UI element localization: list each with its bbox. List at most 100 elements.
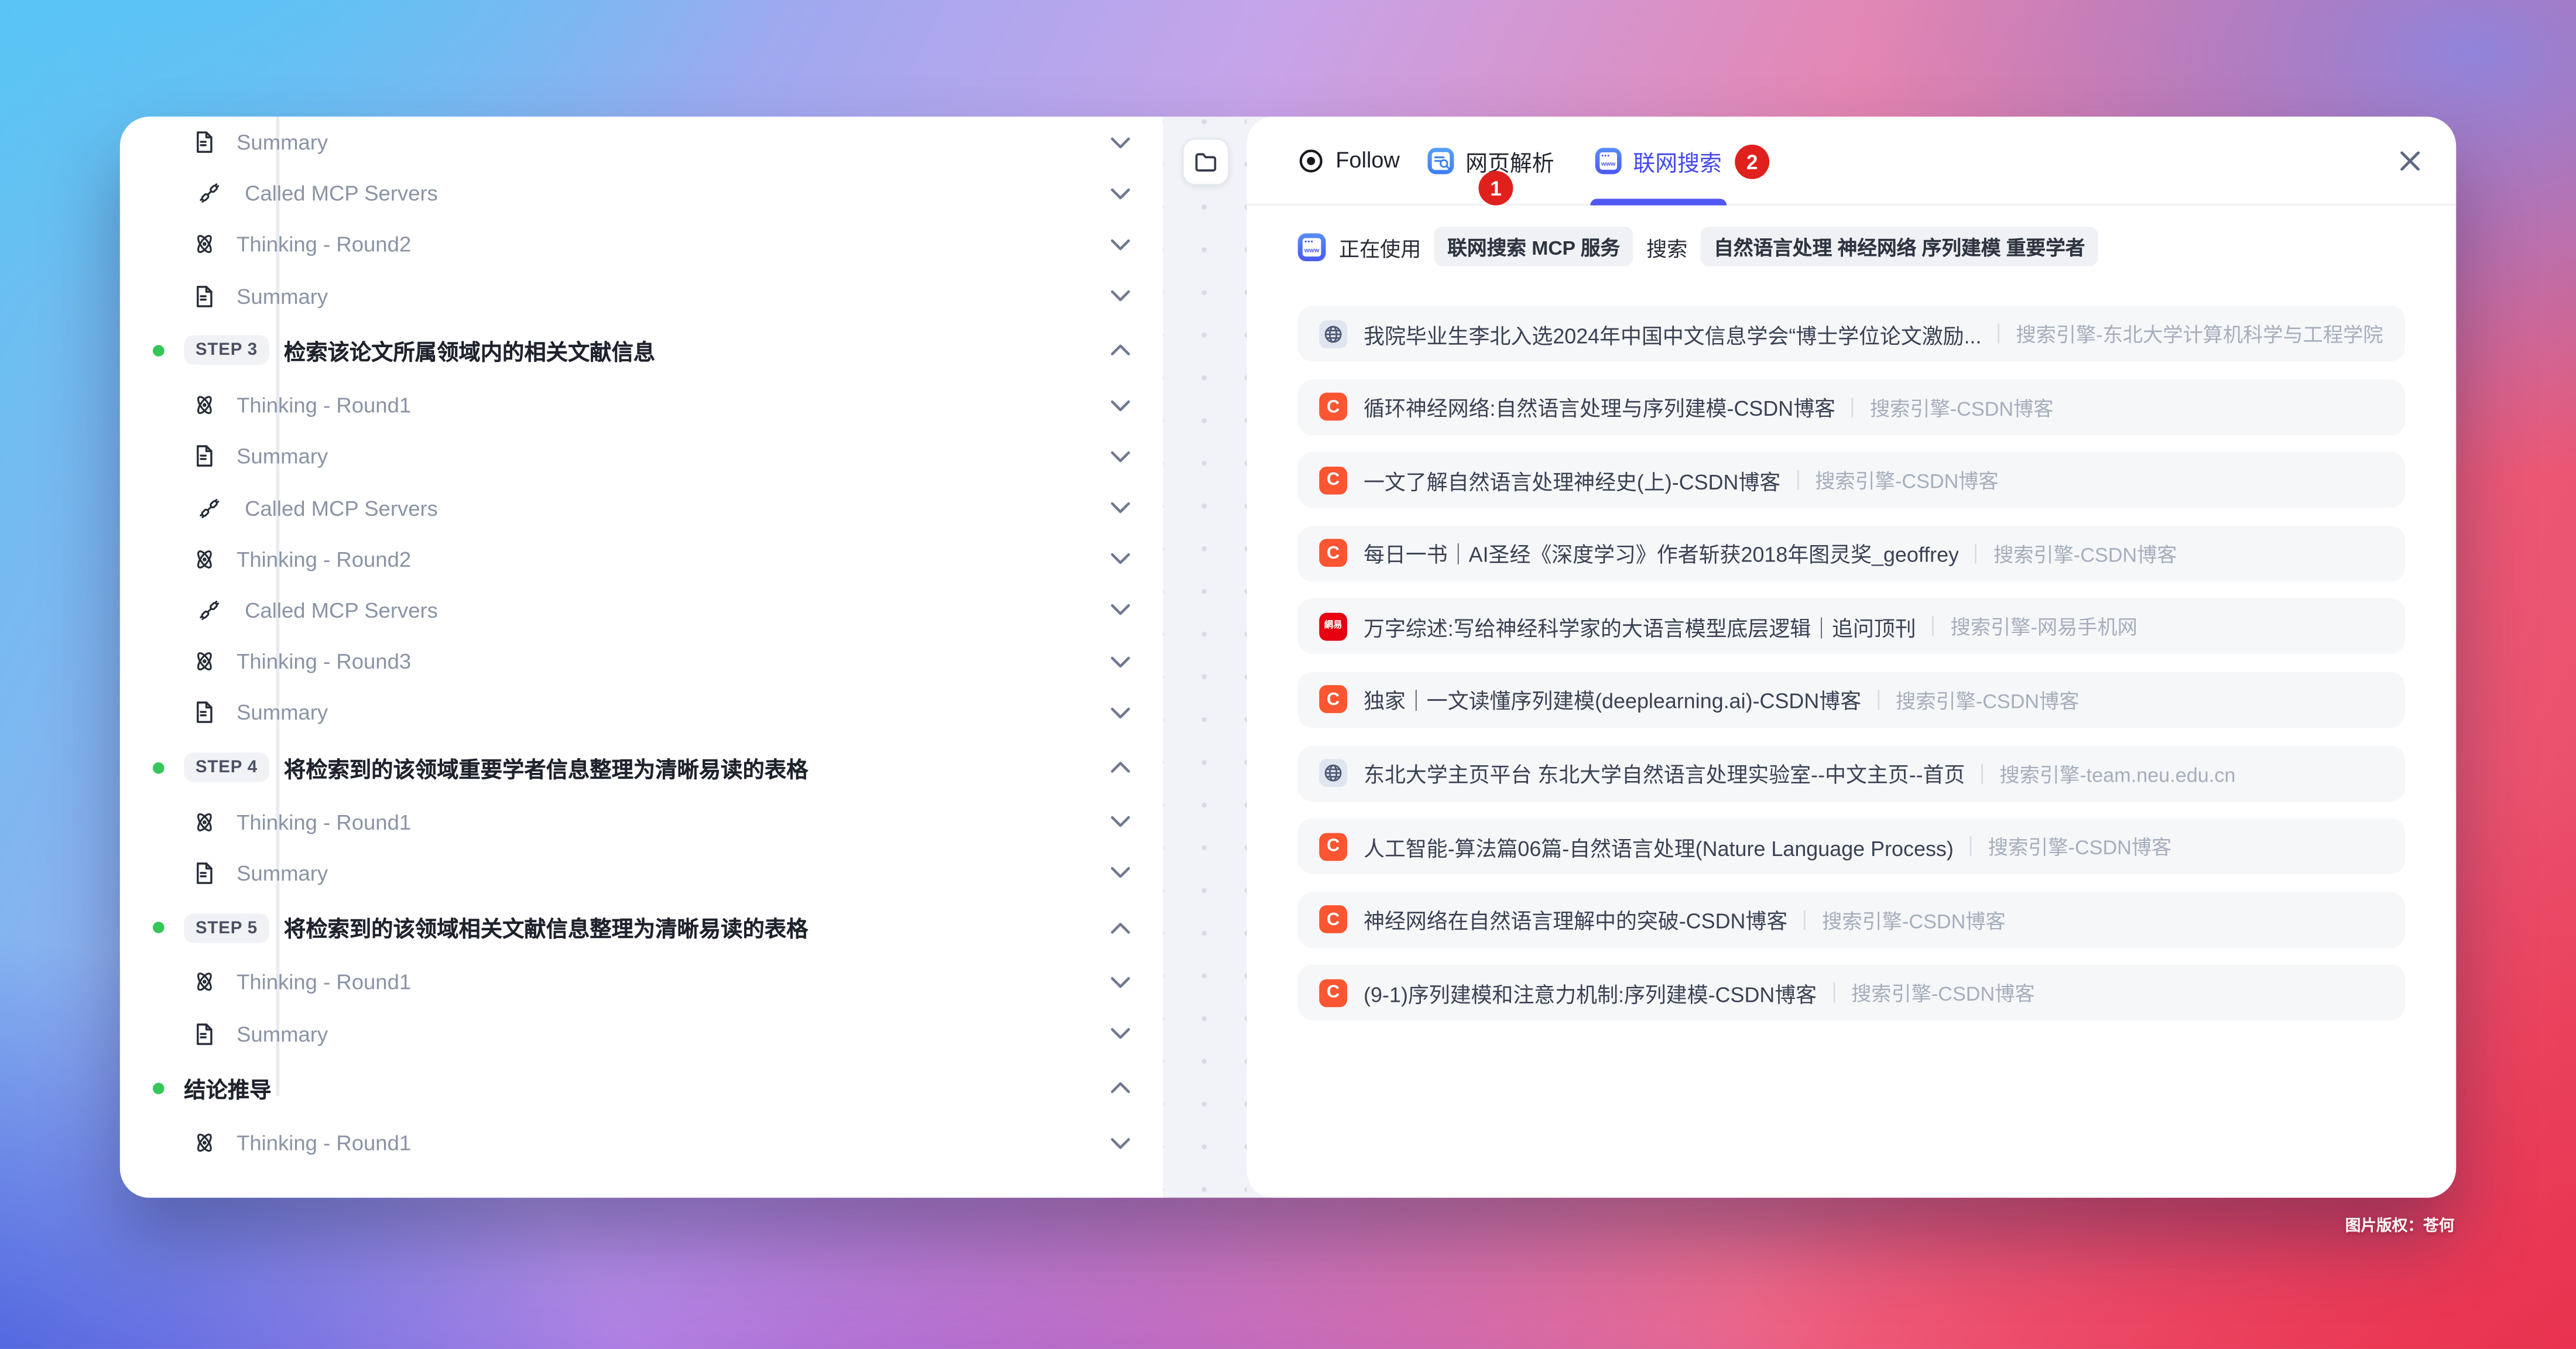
- csdn-icon: [1319, 979, 1347, 1007]
- chevron-down-icon[interactable]: [1111, 706, 1131, 719]
- timeline-item-label: Thinking - Round1: [237, 393, 1111, 417]
- status-bar: www 正在使用 联网搜索 MCP 服务 搜索 自然语言处理 神经网络 序列建模…: [1298, 227, 2410, 266]
- step-status-dot: [152, 345, 164, 357]
- search-result-row[interactable]: 万字综述:写给神经科学家的大语言模型底层逻辑｜追问顶刊 搜索引擎-网易手机网: [1298, 598, 2404, 654]
- search-result-row[interactable]: 一文了解自然语言处理神经史(上)-CSDN博客 搜索引擎-CSDN博客: [1298, 452, 2404, 508]
- active-tab-indicator: [1590, 198, 1727, 206]
- result-separator: [1998, 324, 2000, 344]
- chevron-down-icon[interactable]: [1111, 238, 1131, 251]
- step-heading[interactable]: STEP 4 将检索到的该领域重要学者信息整理为清晰易读的表格: [120, 738, 1163, 796]
- chevron-down-icon[interactable]: [1111, 867, 1131, 879]
- result-separator: [1933, 617, 1934, 636]
- step-timeline: Summary Called MCP Servers: [120, 117, 1163, 1168]
- timeline-item[interactable]: Summary: [120, 431, 1163, 482]
- follow-toggle[interactable]: Follow: [1298, 147, 1400, 173]
- step-heading[interactable]: STEP 5 将检索到的该领域相关文献信息整理为清晰易读的表格: [120, 899, 1163, 957]
- step-badge: STEP 5: [184, 913, 269, 943]
- search-result-row[interactable]: 我院毕业生李北入选2024年中国中文信息学会“博士学位论文激励... 搜索引擎-…: [1298, 306, 2404, 361]
- timeline-item[interactable]: Thinking - Round1: [120, 379, 1163, 431]
- timeline-item[interactable]: Thinking - Round2: [120, 219, 1163, 271]
- chevron-down-icon[interactable]: [1111, 816, 1131, 828]
- timeline-item[interactable]: Thinking - Round1: [120, 957, 1163, 1008]
- timeline-item-label: Thinking - Round3: [237, 649, 1111, 674]
- search-result-row[interactable]: 独家｜一文读懂序列建模(deeplearning.ai)-CSDN博客 搜索引擎…: [1298, 672, 2404, 728]
- tab-web-search[interactable]: www 联网搜索: [1595, 117, 1722, 204]
- thinking-atom-icon: [192, 232, 217, 257]
- chevron-down-icon[interactable]: [1111, 136, 1131, 149]
- follow-target-icon: [1298, 147, 1324, 173]
- svg-text:www: www: [1304, 246, 1320, 254]
- search-result-row[interactable]: (9-1)序列建模和注意力机制:序列建模-CSDN博客 搜索引擎-CSDN博客: [1298, 965, 2404, 1021]
- chevron-down-icon[interactable]: [1111, 450, 1131, 463]
- result-source: 搜索引擎-CSDN博客: [1993, 539, 2177, 569]
- result-separator: [1852, 397, 1854, 417]
- mcp-plug-icon: [197, 495, 222, 520]
- result-title: 每日一书｜AI圣经《深度学习》作者斩获2018年图灵奖_geoffrey: [1364, 537, 1959, 569]
- timeline-item[interactable]: Thinking - Round1: [120, 796, 1163, 848]
- timeline-item-label: Summary: [237, 130, 1111, 155]
- close-button[interactable]: [2395, 145, 2424, 175]
- chevron-down-icon[interactable]: [1111, 187, 1131, 200]
- step-heading[interactable]: STEP 3 检索该论文所属领域内的相关文献信息: [120, 321, 1163, 379]
- step-status-dot: [152, 1083, 164, 1094]
- csdn-icon: [1319, 393, 1347, 421]
- chevron-up-icon[interactable]: [1111, 921, 1131, 934]
- timeline-item[interactable]: Summary: [120, 1008, 1163, 1060]
- timeline-item[interactable]: Called MCP Servers: [120, 168, 1163, 220]
- summary-doc-icon: [192, 130, 217, 155]
- result-source: 搜索引擎-CSDN博客: [1815, 465, 1998, 495]
- search-result-row[interactable]: 东北大学主页平台 东北大学自然语言处理实验室--中文主页--首页 搜索引擎-te…: [1298, 745, 2404, 801]
- search-result-row[interactable]: 人工智能-算法篇06篇-自然语言处理(Nature Language Proce…: [1298, 819, 2404, 874]
- annotation-badge-2[interactable]: 2: [1735, 145, 1769, 179]
- timeline-item-label: Summary: [237, 283, 1111, 308]
- result-separator: [1804, 910, 1806, 930]
- timeline-item[interactable]: Thinking - Round3: [120, 636, 1163, 687]
- result-title: 万字综述:写给神经科学家的大语言模型底层逻辑｜追问顶刊: [1364, 611, 1916, 642]
- search-result-row[interactable]: 每日一书｜AI圣经《深度学习》作者斩获2018年图灵奖_geoffrey 搜索引…: [1298, 525, 2404, 581]
- chevron-down-icon[interactable]: [1111, 501, 1131, 514]
- summary-doc-icon: [192, 861, 217, 885]
- chevron-down-icon[interactable]: [1111, 976, 1131, 989]
- result-title: 人工智能-算法篇06篇-自然语言处理(Nature Language Proce…: [1364, 831, 1954, 862]
- timeline-item[interactable]: Thinking - Round2: [120, 533, 1163, 585]
- chevron-down-icon[interactable]: [1111, 552, 1131, 565]
- result-title: 东北大学主页平台 东北大学自然语言处理实验室--中文主页--首页: [1364, 758, 1965, 789]
- using-label: 正在使用: [1339, 231, 1421, 262]
- timeline-item[interactable]: Called MCP Servers: [120, 584, 1163, 636]
- chevron-down-icon[interactable]: [1111, 399, 1131, 412]
- timeline-item[interactable]: Summary: [120, 117, 1163, 168]
- search-result-row[interactable]: 循环神经网络:自然语言处理与序列建模-CSDN博客 搜索引擎-CSDN博客: [1298, 379, 2404, 434]
- search-label: 搜索: [1646, 231, 1687, 262]
- search-result-row[interactable]: 神经网络在自然语言理解中的突破-CSDN博客 搜索引擎-CSDN博客: [1298, 892, 2404, 947]
- timeline-item[interactable]: Thinking - Round1: [120, 1117, 1163, 1169]
- step-heading[interactable]: 结论推导: [120, 1059, 1163, 1117]
- tab-web-search-label: 联网搜索: [1633, 144, 1722, 177]
- chevron-up-icon[interactable]: [1111, 344, 1131, 357]
- chevron-down-icon[interactable]: [1111, 604, 1131, 617]
- thinking-atom-icon: [192, 393, 217, 417]
- step-title: 将检索到的该领域相关文献信息整理为清晰易读的表格: [284, 912, 1111, 943]
- chevron-down-icon[interactable]: [1111, 1027, 1131, 1040]
- result-separator: [1833, 983, 1835, 1003]
- timeline-item[interactable]: Called MCP Servers: [120, 482, 1163, 533]
- chevron-down-icon[interactable]: [1111, 1136, 1131, 1149]
- csdn-icon: [1319, 466, 1347, 494]
- timeline-item[interactable]: Summary: [120, 687, 1163, 738]
- summary-doc-icon: [192, 444, 217, 469]
- chevron-down-icon[interactable]: [1111, 655, 1131, 667]
- chevron-up-icon[interactable]: [1111, 761, 1131, 773]
- chevron-up-icon[interactable]: [1111, 1081, 1131, 1094]
- result-separator: [1797, 470, 1799, 490]
- mcp-service-tag: 联网搜索 MCP 服务: [1434, 227, 1633, 266]
- result-title: 独家｜一文读懂序列建模(deeplearning.ai)-CSDN博客: [1364, 684, 1861, 715]
- timeline-item[interactable]: Summary: [120, 271, 1163, 322]
- csdn-icon: [1319, 686, 1347, 714]
- timeline-item[interactable]: Summary: [120, 848, 1163, 899]
- annotation-badge-1[interactable]: 1: [1479, 171, 1513, 206]
- mcp-plug-icon: [197, 598, 222, 622]
- result-source: 搜索引擎-CSDN博客: [1851, 978, 2034, 1008]
- folder-button[interactable]: [1181, 138, 1229, 186]
- chevron-down-icon[interactable]: [1111, 289, 1131, 302]
- timeline-item-label: Called MCP Servers: [245, 598, 1111, 622]
- search-results-list: 我院毕业生李北入选2024年中国中文信息学会“博士学位论文激励... 搜索引擎-…: [1298, 306, 2404, 1021]
